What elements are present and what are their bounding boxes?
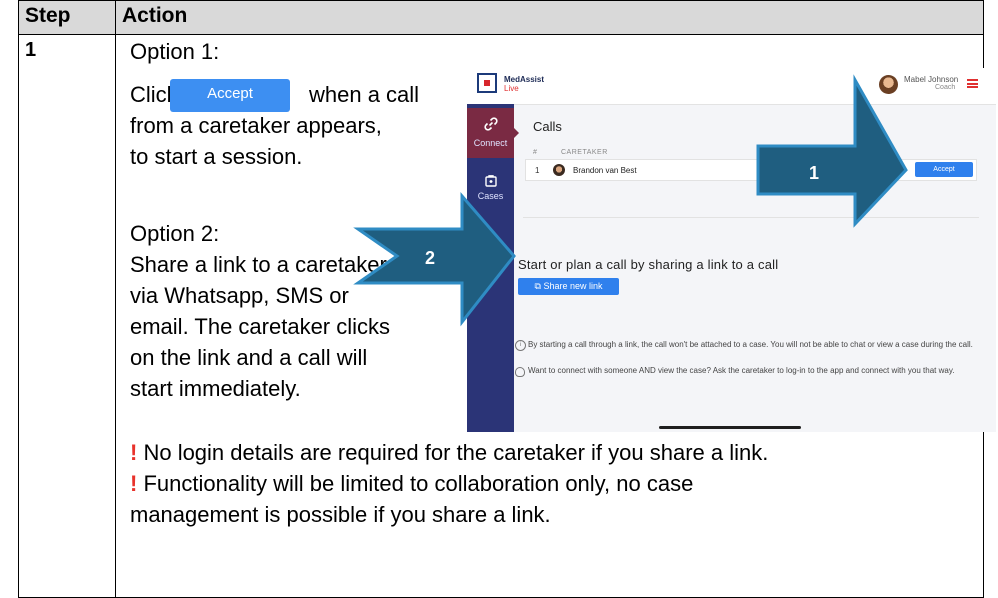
warning-2-text: Functionality will be limited to collabo…	[143, 471, 694, 496]
option2-line4: on the link and a call will	[130, 345, 368, 370]
lightbulb-icon	[515, 367, 525, 377]
hamburger-menu-icon[interactable]	[967, 79, 978, 88]
warning-2-line2: management is possible if you share a li…	[130, 502, 551, 527]
option1-line2: from a caretaker appears,	[130, 113, 382, 138]
option1-title: Option 1:	[130, 39, 220, 64]
app-screenshot: MedAssist Live Mabel Johnson Coach Conne…	[467, 68, 996, 432]
note-link-info: By starting a call through a link, the c…	[528, 340, 973, 349]
option2-line5: start immediately.	[130, 376, 301, 401]
column-hash: #	[533, 149, 537, 156]
warning-1-text: No login details are required for the ca…	[143, 440, 769, 465]
column-caretaker: CARETAKER	[561, 149, 608, 156]
app-subtitle: Live	[504, 84, 519, 93]
accept-button-example: Accept	[170, 79, 290, 112]
header-step: Step	[18, 0, 116, 35]
caretaker-avatar	[553, 164, 565, 176]
option2-title: Option 2:	[130, 221, 220, 246]
warning-mark: !	[130, 471, 138, 496]
user-role: Coach	[935, 84, 956, 91]
warning-1: ! No login details are required for the …	[130, 437, 768, 468]
sidebar-label-connect: Connect	[473, 138, 508, 148]
app-header: MedAssist Live Mabel Johnson Coach	[467, 68, 996, 105]
warning-mark: !	[130, 440, 138, 465]
medassist-logo-icon	[477, 73, 497, 93]
link-icon	[467, 116, 514, 135]
section-divider	[523, 217, 979, 218]
option1-line3: to start a session.	[130, 144, 303, 169]
user-avatar[interactable]	[879, 75, 898, 94]
option2-line2: via Whatsapp, SMS or	[130, 283, 349, 308]
cases-icon-svg	[484, 175, 497, 187]
caretaker-name: Brandon van Best	[573, 166, 637, 175]
plan-call-title: Start or plan a call by sharing a link t…	[518, 257, 779, 272]
user-name: Mabel Johnson	[904, 75, 959, 84]
accept-call-button[interactable]: Accept	[915, 162, 973, 177]
option2-line3: email. The caretaker clicks	[130, 314, 391, 339]
calls-title: Calls	[533, 119, 562, 134]
info-icon: i	[515, 340, 526, 351]
header-action: Action	[115, 0, 984, 35]
option1-line1-rest: when a call	[309, 82, 420, 107]
share-new-link-label: Share new link	[543, 281, 603, 291]
table-row: 1 Brandon van Best	[525, 159, 977, 181]
note-connect-case: Want to connect with someone AND view th…	[528, 366, 955, 375]
share-new-link-button[interactable]: ⧉ Share new link	[518, 278, 619, 295]
app-name: MedAssist	[504, 75, 545, 84]
link-icon-svg	[483, 117, 498, 131]
step-number: 1	[18, 34, 116, 598]
sidebar-label-cases: Cases	[477, 191, 504, 201]
option2-line1: Share a link to a caretaker	[130, 252, 387, 277]
warning-2: ! Functionality will be limited to colla…	[130, 468, 693, 499]
app-sidebar: Connect Cases	[467, 104, 519, 432]
row-number: 1	[535, 166, 540, 175]
sidebar-item-connect[interactable]: Connect	[467, 108, 519, 158]
scroll-indicator[interactable]	[659, 426, 801, 429]
cases-icon	[467, 174, 514, 191]
